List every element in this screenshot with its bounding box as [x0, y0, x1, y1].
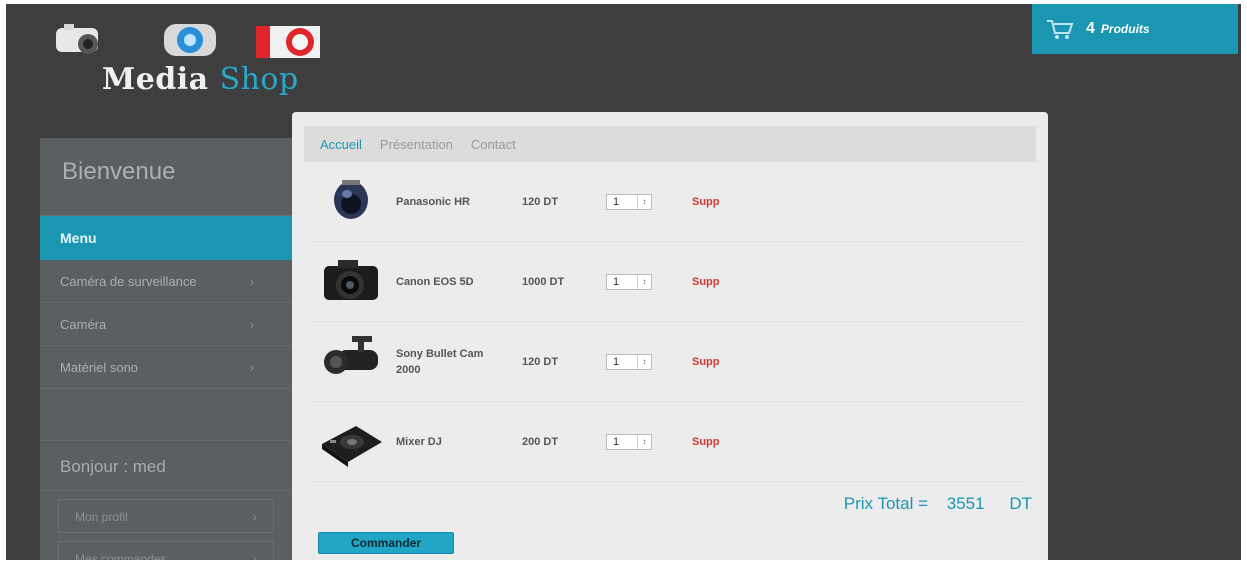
sidebar-item-sound[interactable]: Matériel sono › — [40, 346, 292, 389]
quantity-value: 1 — [613, 195, 620, 208]
tab-presentation[interactable]: Présentation — [380, 137, 453, 152]
sidebar-spacer — [40, 389, 292, 441]
sidebar-item-surveillance[interactable]: Caméra de surveillance › — [40, 260, 292, 303]
sidebar-item-camera[interactable]: Caméra › — [40, 303, 292, 346]
sidebar-item-label: Caméra de surveillance — [60, 274, 197, 289]
sidebar-item-label: Mon profil — [75, 510, 128, 524]
chevron-right-icon: › — [249, 274, 254, 289]
tab-contact[interactable]: Contact — [471, 137, 516, 152]
chevron-right-icon: › — [249, 317, 254, 332]
camcorder-icon — [56, 24, 98, 54]
quantity-stepper[interactable]: 1 ↕ — [606, 193, 652, 210]
delete-link[interactable]: Supp — [692, 436, 720, 448]
quantity-value: 1 — [613, 435, 620, 448]
total-label: Prix Total = — [843, 494, 929, 513]
product-price: 120 DT — [522, 195, 559, 208]
quantity-stepper[interactable]: 1 ↕ — [606, 273, 652, 290]
quantity-value: 1 — [613, 275, 620, 288]
sidebar-item-profile[interactable]: Mon profil › — [58, 499, 274, 533]
sidebar-item-label: Mes commandes — [75, 552, 167, 560]
total-amount: 3551 — [946, 494, 985, 513]
total-price: Prix Total = 3551 DT — [844, 494, 1032, 514]
total-currency: DT — [1009, 494, 1032, 513]
logo-word-media: Media — [102, 62, 209, 97]
quantity-stepper[interactable]: 1 ↕ — [606, 433, 652, 450]
product-name: Canon EOS 5D — [396, 275, 474, 288]
cart-count: 4 — [1086, 20, 1095, 37]
table-row: Mixer DJ 200 DT 1 ↕ Supp — [312, 402, 1024, 482]
cart-icon — [1047, 20, 1074, 39]
cart-panel: Accueil Présentation Contact Panasonic H… — [292, 112, 1048, 560]
product-price: 1000 DT — [522, 275, 565, 288]
sidebar: Bienvenue Menu Caméra de surveillance › … — [40, 138, 292, 560]
logo[interactable]: Media Shop — [50, 18, 320, 108]
quantity-value: 1 — [613, 355, 620, 368]
cart-badge[interactable]: 4 Produits — [1032, 4, 1238, 54]
chevron-right-icon: › — [253, 510, 257, 524]
user-greeting: Bonjour : med — [40, 441, 292, 491]
dome-camera-icon — [334, 179, 368, 219]
quantity-stepper[interactable]: 1 ↕ — [606, 353, 652, 370]
delete-link[interactable]: Supp — [692, 196, 720, 208]
logo-icons — [56, 24, 320, 58]
product-name: Mixer DJ — [396, 435, 442, 448]
tab-accueil[interactable]: Accueil — [320, 137, 362, 152]
order-button[interactable]: Commander — [318, 532, 454, 554]
sidebar-item-label: Caméra — [60, 317, 107, 332]
logo-word-shop: Shop — [219, 62, 299, 97]
spinner-arrows-icon[interactable]: ↕ — [637, 274, 651, 289]
table-row: Panasonic HR 120 DT 1 ↕ Supp — [312, 162, 1024, 242]
sidebar-item-label: Matériel sono — [60, 360, 139, 375]
nav-tabs: Accueil Présentation Contact — [304, 126, 1036, 162]
table-row: Canon EOS 5D 1000 DT 1 ↕ Supp — [312, 242, 1024, 322]
bullet-camera-icon — [324, 335, 378, 374]
delete-link[interactable]: Supp — [692, 356, 720, 368]
product-name: Panasonic HR — [396, 195, 470, 208]
table-row: Sony Bullet Cam 2000 120 DT 1 ↕ Supp — [312, 322, 1024, 402]
welcome-title: Bienvenue — [40, 138, 292, 216]
spinner-arrows-icon[interactable]: ↕ — [637, 194, 651, 209]
menu-title[interactable]: Menu — [40, 216, 292, 260]
chevron-right-icon: › — [253, 552, 257, 560]
dj-mixer-icon — [322, 425, 382, 467]
product-price: 200 DT — [522, 435, 559, 448]
cart-label: Produits — [1100, 22, 1150, 36]
product-price: 120 DT — [522, 355, 559, 368]
spinner-arrows-icon[interactable]: ↕ — [637, 354, 651, 369]
dslr-camera-icon — [324, 259, 378, 300]
spinner-arrows-icon[interactable]: ↕ — [637, 434, 651, 449]
sidebar-item-orders[interactable]: Mes commandes › — [58, 541, 274, 560]
product-name: Sony Bullet Cam 2000 — [396, 347, 484, 376]
red-camera-icon — [256, 26, 320, 58]
logo-text: Media Shop — [102, 62, 299, 97]
chevron-right-icon: › — [249, 360, 254, 375]
delete-link[interactable]: Supp — [692, 276, 720, 288]
lens-icon — [164, 24, 216, 56]
viewport: Media Shop 4 Produits Bienvenue Menu Cam… — [6, 4, 1241, 560]
